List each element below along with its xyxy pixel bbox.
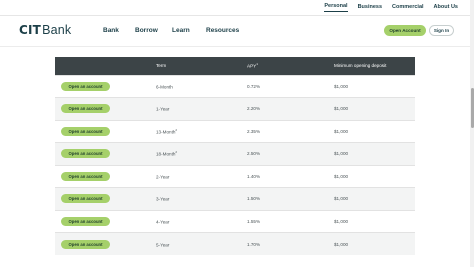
min-deposit-value: $1,000 [328,119,415,143]
apy-value: 2.35% [241,119,328,143]
table-row: Open an account 6-Month 0.72% $1,000 [55,74,415,98]
row-action-cell: Open an account [55,74,150,98]
table-header-row: Term APY1 Minimum opening deposit [55,57,415,75]
scrollbar-thumb[interactable] [470,88,474,128]
page: Personal Business Commercial About Us CI… [0,0,474,267]
term-value: 2-Year [156,174,170,180]
open-account-button[interactable]: Open Account [384,25,426,36]
header-apy-footnote: 1 [256,62,258,67]
cd-rates-table: Term APY1 Minimum opening deposit Open a… [55,57,415,255]
term-value: 4-Year [156,219,170,225]
min-deposit-value: $1,000 [328,164,415,188]
row-term-cell: 2-Year [150,164,241,188]
open-an-account-button[interactable]: Open an account [61,81,110,91]
table-body: Open an account 6-Month 0.72% $1,000 Open an… [55,74,415,255]
term-value: 5-Year [156,242,170,248]
table-row: Open an account 13-Month2 2.35% $1,000 [55,119,415,143]
main-nav: Bank Borrow Learn Resources [103,27,239,34]
apy-value: 1.55% [241,209,328,233]
table-row: Open an account 3-Year 1.50% $1,000 [55,187,415,210]
row-action-cell: Open an account [55,209,150,233]
nav-resources[interactable]: Resources [206,27,239,34]
row-action-cell: Open an account [55,187,150,210]
row-term-cell: 5-Year [150,232,241,255]
header-divider [0,46,470,47]
min-deposit-value: $1,000 [328,232,415,255]
header-min-deposit: Minimum opening deposit [334,63,387,69]
row-action-cell: Open an account [55,142,150,165]
header-action [55,57,150,75]
utility-nav-business[interactable]: Business [358,4,382,12]
apy-value: 2.20% [241,97,328,120]
nav-learn[interactable]: Learn [172,27,206,34]
min-deposit-value: $1,000 [328,97,415,120]
open-an-account-button[interactable]: Open an account [61,104,110,114]
apy-value: 1.50% [241,187,328,210]
term-value: 3-Year [156,197,170,203]
table-row: Open an account 2-Year 1.40% $1,000 [55,164,415,188]
logo-cit-text: CIT [19,23,42,37]
header-apy-label: APY [247,64,257,70]
term-value: 18-Month [156,152,176,158]
term-value: 13-Month [156,129,176,135]
utility-nav-personal[interactable]: Personal [324,3,348,12]
apy-value: 0.72% [241,74,328,98]
min-deposit-value: $1,000 [328,209,415,233]
open-an-account-button[interactable]: Open an account [61,216,110,226]
term-footnote: 2 [175,150,178,155]
row-action-cell: Open an account [55,232,150,255]
term-value: 6-Month [156,84,173,90]
table-row: Open an account 4-Year 1.55% $1,000 [55,209,415,233]
row-term-cell: 3-Year [150,187,241,210]
open-an-account-button[interactable]: Open an account [61,149,110,159]
apy-value: 1.70% [241,232,328,255]
row-action-cell: Open an account [55,119,150,143]
logo-bank-text: Bank [42,23,72,37]
utility-nav-about-us[interactable]: About Us [434,4,458,12]
table-row: Open an account 1-Year 2.20% $1,000 [55,97,415,120]
row-term-cell: 4-Year [150,209,241,233]
min-deposit-value: $1,000 [328,74,415,98]
header-term: Term [156,63,167,69]
row-term-cell: 6-Month [150,74,241,98]
row-action-cell: Open an account [55,164,150,188]
cit-bank-logo[interactable]: CIT Bank [19,23,71,37]
nav-bank[interactable]: Bank [103,27,135,34]
open-an-account-button[interactable]: Open an account [61,126,110,136]
utility-nav-commercial[interactable]: Commercial [392,4,424,12]
apy-value: 2.50% [241,142,328,165]
table-row: Open an account 18-Month2 2.50% $1,000 [55,142,415,165]
apy-value: 1.40% [241,164,328,188]
utility-nav: Personal Business Commercial About Us [324,3,458,12]
min-deposit-value: $1,000 [328,142,415,165]
row-term-cell: 18-Month2 [150,142,241,165]
open-an-account-button[interactable]: Open an account [61,194,110,204]
term-value: 1-Year [156,107,170,113]
row-term-cell: 1-Year [150,97,241,120]
scrollbar[interactable] [470,0,474,267]
min-deposit-value: $1,000 [328,187,415,210]
top-divider [0,15,470,16]
row-action-cell: Open an account [55,97,150,120]
table-row: Open an account 5-Year 1.70% $1,000 [55,232,415,255]
row-term-cell: 13-Month2 [150,119,241,143]
header-apy: APY1 [241,57,328,75]
sign-in-button[interactable]: Sign In [429,25,454,36]
open-an-account-button[interactable]: Open an account [61,171,110,181]
open-an-account-button[interactable]: Open an account [61,239,110,249]
nav-borrow[interactable]: Borrow [135,27,172,34]
term-footnote: 2 [175,127,178,132]
